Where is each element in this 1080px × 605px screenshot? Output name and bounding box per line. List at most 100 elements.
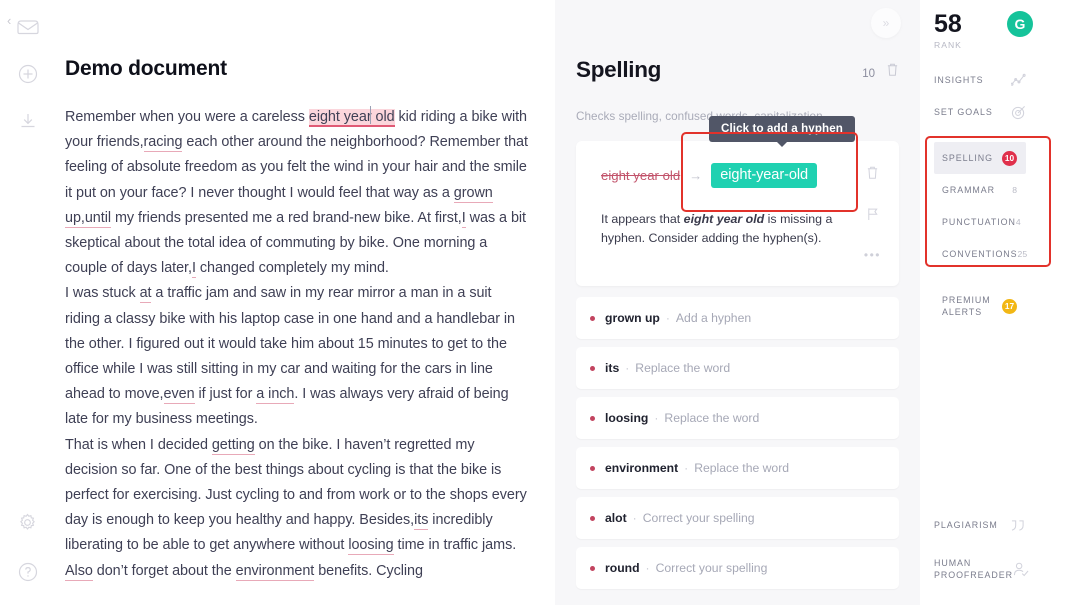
separator: ·	[645, 561, 650, 575]
list-item[interactable]: environment · Replace the word	[576, 447, 899, 489]
document-paragraph-2: I was stuck at a traffic jam and saw in …	[65, 285, 516, 428]
status-badge: 10	[1002, 150, 1017, 166]
desc-emphasis: eight year old	[683, 212, 765, 226]
list-item[interactable]: grown up · Add a hyphen	[576, 297, 899, 339]
suggestion-list: grown up · Add a hyphen its · Replace th…	[576, 297, 899, 589]
document-pane[interactable]: Demo document Remember when you were a c…	[55, 0, 555, 605]
flag-icon[interactable]	[866, 207, 879, 221]
separator: ·	[684, 461, 689, 475]
list-item[interactable]: loosing · Replace the word	[576, 397, 899, 439]
document-body[interactable]: Remember when you were a careless eight …	[65, 105, 528, 584]
premium-label-line1: PREMIUM	[942, 295, 991, 305]
suggestion-card[interactable]: eight year old → eight-year-old Click to…	[576, 116, 899, 286]
alert-dot	[590, 515, 595, 521]
score-label: RANK	[934, 40, 962, 50]
alert-dot	[590, 565, 595, 571]
trash-icon[interactable]	[866, 165, 879, 180]
marked-word[interactable]: racing	[143, 134, 183, 153]
assistant-pane: » Spelling 10 Checks spelling, confused …	[555, 0, 920, 605]
marked-word[interactable]: environment	[235, 562, 314, 581]
document-paragraph-3: That is when I decided getting on the bi…	[65, 436, 527, 581]
alert-dot	[590, 365, 595, 371]
list-item[interactable]: its · Replace the word	[576, 347, 899, 389]
document-paragraph-1: Remember when you were a careless eight …	[65, 105, 528, 281]
sidebar-item-spelling[interactable]: SPELLING 10	[934, 142, 1026, 174]
tooltip-add-hyphen: Click to add a hyphen	[709, 116, 855, 147]
double-chevron-right-icon[interactable]: »	[871, 8, 901, 38]
marked-word[interactable]: loosing	[348, 537, 394, 556]
doc-text: my friends presented me a red brand-new …	[111, 209, 462, 226]
list-item[interactable]: alot · Correct your spelling	[576, 497, 899, 539]
person-check-icon	[1013, 562, 1029, 577]
sidebar-item-premium-alerts[interactable]: PREMIUM ALERTS 17	[934, 294, 1026, 318]
sidebar-item-set-goals[interactable]: SET GOALS	[934, 96, 1026, 128]
suggestion-action: Replace the word	[664, 411, 760, 425]
download-icon[interactable]	[13, 106, 43, 136]
sidebar-item-label: SPELLING	[942, 153, 994, 163]
sidebar-item-plagiarism[interactable]: PLAGIARISM	[934, 503, 1026, 547]
original-text: eight year old	[601, 168, 681, 183]
sidebar-item-label: GRAMMAR	[942, 185, 995, 195]
suggestion-action: Replace the word	[635, 361, 731, 375]
marked-word[interactable]: a inch	[256, 386, 294, 405]
highlighted-phrase[interactable]: eight year old	[308, 109, 395, 127]
sidebar-item-insights[interactable]: INSIGHTS	[934, 64, 1026, 96]
suggestion-word: grown up	[605, 311, 660, 325]
list-item[interactable]: round · Correct your spelling	[576, 547, 899, 589]
proofreader-label-line1: HUMAN	[934, 558, 972, 568]
suggestion-replacement-row: eight year old → eight-year-old	[601, 163, 899, 188]
avatar[interactable]: G	[1007, 11, 1033, 37]
sidebar-item-label: INSIGHTS	[934, 75, 984, 85]
marked-word[interactable]: its	[414, 512, 428, 531]
separator: ·	[654, 411, 659, 425]
right-sidebar: G 58 RANK INSIGHTS SET GOALS SPELLING 10…	[920, 0, 1051, 605]
more-options-icon[interactable]: •••	[864, 248, 881, 262]
doc-text: Remember when you were a careless	[65, 109, 309, 125]
sidebar-item-label: PLAGIARISM	[934, 520, 998, 530]
left-icon-rail: ‹	[0, 0, 55, 605]
suggestion-action: Replace the word	[694, 461, 790, 475]
assistant-title: Spelling	[576, 57, 662, 82]
sidebar-item-conventions[interactable]: CONVENTIONS 25	[934, 238, 1028, 270]
sidebar-item-punctuation[interactable]: PUNCTUATION 4	[934, 206, 1026, 238]
marked-word[interactable]: getting	[211, 436, 255, 455]
sidebar-item-label: PUNCTUATION	[942, 217, 1016, 227]
marked-word[interactable]: Also	[65, 562, 93, 581]
category-count: 8	[1012, 185, 1017, 195]
category-count: 4	[1015, 217, 1021, 227]
quote-icon	[1010, 519, 1026, 532]
alert-dot	[590, 415, 595, 421]
alert-category-group: SPELLING 10 GRAMMAR 8 PUNCTUATION 4 CONV…	[925, 136, 1051, 270]
sidebar-bottom-group: PLAGIARISM HUMAN PROOFREADER	[934, 503, 1029, 591]
add-icon[interactable]	[13, 59, 43, 89]
chevron-left-icon[interactable]: ‹	[7, 14, 11, 27]
line-chart-icon	[1011, 73, 1026, 87]
separator: ·	[632, 511, 637, 525]
sidebar-item-label: CONVENTIONS	[942, 249, 1018, 259]
doc-text: changed completely my mind.	[195, 260, 389, 277]
marked-word[interactable]: at	[139, 285, 152, 304]
sidebar-item-grammar[interactable]: GRAMMAR 8	[934, 174, 1026, 206]
desc-before: It appears that	[601, 212, 684, 226]
app-root: ‹ Demo document Remember when you were a…	[0, 0, 1080, 605]
separator: ·	[625, 361, 630, 375]
mail-icon[interactable]	[13, 12, 43, 42]
suggestion-chip[interactable]: eight-year-old	[711, 163, 818, 188]
sidebar-item-human-proofreader[interactable]: HUMAN PROOFREADER	[934, 547, 1029, 591]
help-icon[interactable]	[13, 557, 43, 587]
suggestion-action: Correct your spelling	[642, 511, 755, 525]
arrow-icon: →	[689, 168, 703, 183]
target-icon	[1011, 105, 1026, 120]
separator: ·	[665, 311, 670, 325]
marked-word[interactable]: even	[163, 386, 195, 405]
sidebar-item-label: PREMIUM ALERTS	[942, 294, 991, 318]
premium-label-line2: ALERTS	[942, 307, 983, 317]
suggestion-action: Add a hyphen	[675, 311, 752, 325]
settings-gear-icon[interactable]	[13, 507, 43, 537]
trash-icon[interactable]	[886, 62, 899, 77]
sidebar-item-label: SET GOALS	[934, 107, 993, 117]
sidebar-item-label: HUMAN PROOFREADER	[934, 557, 1013, 581]
alert-dot	[590, 315, 595, 321]
category-count: 25	[1017, 249, 1028, 259]
card-tools: •••	[864, 165, 881, 262]
